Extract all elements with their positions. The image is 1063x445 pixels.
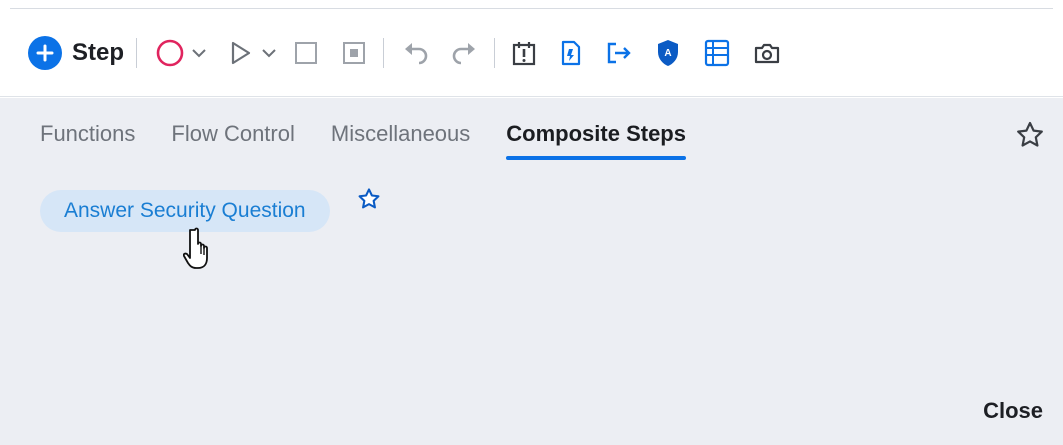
- toolbar-separator: [494, 37, 496, 68]
- close-button[interactable]: Close: [983, 398, 1043, 424]
- plus-icon: [28, 35, 62, 70]
- table-button[interactable]: [703, 35, 731, 71]
- star-icon: [358, 188, 380, 209]
- chevron-down-icon: [192, 48, 206, 57]
- breakpoint-button[interactable]: [511, 35, 537, 71]
- record-dropdown[interactable]: [191, 35, 207, 71]
- category-tabs: Functions Flow Control Miscellaneous Com…: [40, 120, 722, 160]
- tab-composite-steps[interactable]: Composite Steps: [506, 120, 686, 160]
- camera-icon: [754, 43, 780, 63]
- run-dropdown[interactable]: [261, 35, 277, 71]
- record-icon: [156, 39, 184, 66]
- favorite-step-button[interactable]: [357, 187, 381, 216]
- undo-button[interactable]: [402, 35, 430, 71]
- add-step-label: Step: [72, 38, 125, 66]
- breakpoint-icon: [512, 41, 536, 65]
- steps-panel: Functions Flow Control Miscellaneous Com…: [0, 98, 1063, 445]
- chevron-down-icon: [262, 48, 276, 57]
- record-button[interactable]: [155, 35, 185, 71]
- star-icon: [1017, 121, 1043, 147]
- add-step-button[interactable]: Step: [28, 35, 125, 70]
- pause-button[interactable]: [341, 35, 367, 71]
- table-icon: [704, 39, 730, 66]
- document-button[interactable]: [559, 35, 583, 71]
- camera-button[interactable]: [753, 35, 781, 71]
- redo-icon: [452, 42, 476, 64]
- tab-flow-control[interactable]: Flow Control: [171, 120, 294, 160]
- tab-miscellaneous[interactable]: Miscellaneous: [331, 120, 470, 160]
- toolbar-separator: [136, 37, 138, 68]
- tab-functions[interactable]: Functions: [40, 120, 135, 160]
- exit-button[interactable]: [605, 35, 633, 71]
- run-button[interactable]: [229, 35, 253, 71]
- favorites-button[interactable]: [1015, 120, 1045, 155]
- exit-icon: [607, 42, 631, 63]
- toolbar-separator: [383, 37, 385, 68]
- pause-icon: [343, 41, 366, 64]
- stop-button[interactable]: [293, 35, 319, 71]
- svg-text:A: A: [664, 48, 671, 59]
- toolbar: Step A: [0, 9, 1063, 97]
- shield-icon: A: [658, 39, 679, 66]
- shield-button[interactable]: A: [655, 35, 681, 71]
- stop-icon: [295, 41, 318, 64]
- hand-cursor-icon: [182, 226, 221, 277]
- document-icon: [561, 40, 581, 65]
- run-icon: [231, 41, 251, 64]
- undo-icon: [405, 42, 428, 64]
- redo-button[interactable]: [450, 35, 478, 71]
